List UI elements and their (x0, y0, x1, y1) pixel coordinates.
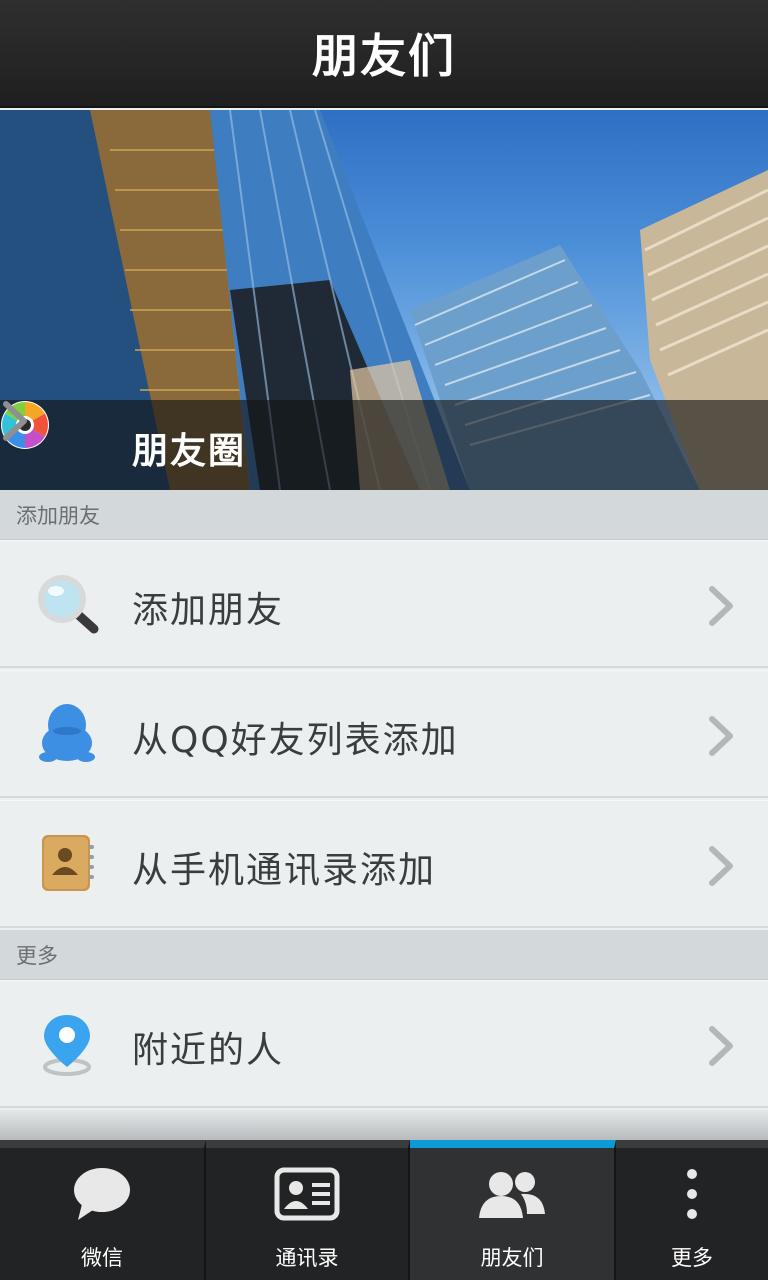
list-item-label: 附近的人 (132, 1030, 285, 1071)
location-pin-icon (43, 1015, 91, 1076)
title-bar: 朋友们 (0, 0, 768, 108)
chat-bubble-icon (74, 1168, 130, 1220)
bottom-tab-bar: 微信 通讯录 朋友们 更多 (0, 1140, 768, 1280)
tab-label: 朋友们 (480, 1246, 544, 1270)
tab-more[interactable]: 更多 (616, 1140, 768, 1280)
list-item-label: 从QQ好友列表添加 (132, 720, 459, 761)
chevron-right-icon (709, 586, 733, 626)
magnifier-icon (38, 575, 99, 634)
moments-label: 朋友圈 (132, 431, 247, 472)
chevron-right-icon (709, 846, 733, 886)
list-item-add-from-qq[interactable]: 从QQ好友列表添加 (0, 670, 768, 798)
moments-banner[interactable]: 朋友圈 (0, 110, 768, 490)
moments-row[interactable]: 朋友圈 (0, 400, 768, 490)
more-vertical-icon (687, 1169, 697, 1219)
address-book-icon (42, 835, 94, 891)
page-title: 朋友们 (312, 29, 456, 83)
list-item-add-from-contacts[interactable]: 从手机通讯录添加 (0, 800, 768, 928)
chevron-right-icon (709, 1026, 733, 1066)
chevron-right-icon (709, 716, 733, 756)
chevron-right-icon (3, 401, 27, 441)
tab-contacts[interactable]: 通讯录 (206, 1140, 410, 1280)
tab-friends[interactable]: 朋友们 (410, 1140, 616, 1280)
tab-wechat[interactable]: 微信 (0, 1140, 206, 1280)
section-header-add-friends: 添加朋友 (0, 490, 768, 540)
list-item-people-nearby[interactable]: 附近的人 (0, 980, 768, 1108)
list-bottom-spacer (0, 1110, 768, 1140)
contact-card-icon (274, 1167, 340, 1221)
qq-penguin-icon (39, 704, 95, 762)
people-icon (479, 1172, 545, 1218)
list-item-label: 从手机通讯录添加 (132, 850, 437, 891)
list-item-add-friend[interactable]: 添加朋友 (0, 540, 768, 668)
tab-label: 微信 (81, 1246, 123, 1270)
tab-label: 通讯录 (275, 1246, 339, 1270)
list-item-label: 添加朋友 (132, 590, 285, 631)
tab-label: 更多 (671, 1246, 713, 1270)
section-header-more: 更多 (0, 930, 768, 980)
